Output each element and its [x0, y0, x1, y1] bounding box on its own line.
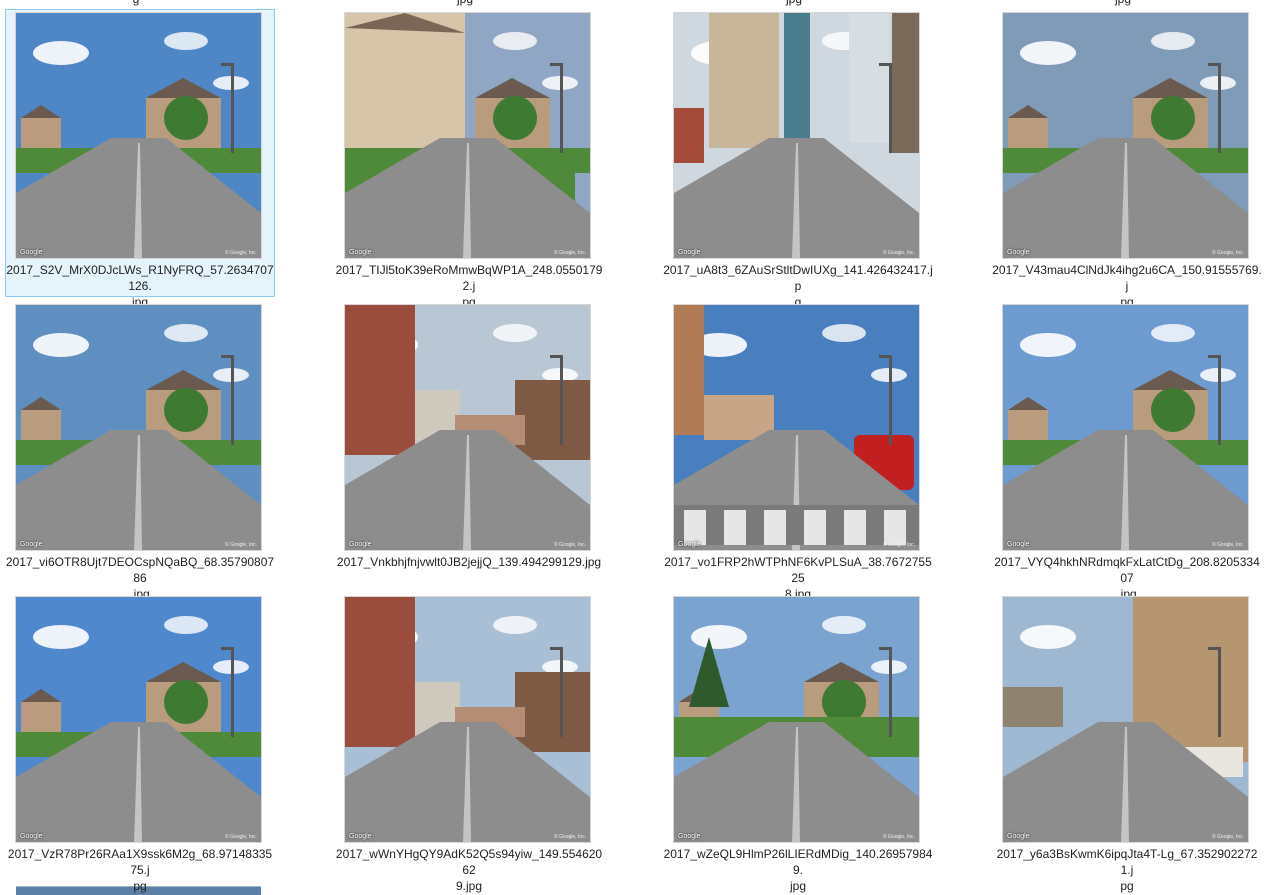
- file-item[interactable]: Google © Google, Inc. 2017_S2V_MrX0DJcLWs_…: [5, 9, 275, 309]
- copyright-watermark: © Google, Inc.: [1211, 250, 1244, 256]
- previous-row-caption[interactable]: jpg: [345, 0, 585, 6]
- google-watermark: Google: [678, 249, 701, 256]
- google-watermark: Google: [349, 541, 372, 548]
- file-name-line-1: 2017_vi6OTR8Ujt7DEOCspNQaBQ_68.357908078…: [5, 555, 275, 585]
- file-name-line-2: 9.jpg: [455, 879, 483, 893]
- file-name-line-1: 2017_Vnkbhjfnjvwlt0JB2jejjQ_139.49429912…: [336, 555, 602, 569]
- file-name-line-2: jpg: [789, 879, 806, 893]
- file-thumbnail[interactable]: Google © Google, Inc.: [1003, 305, 1248, 550]
- file-thumbnail[interactable]: Google © Google, Inc.: [674, 13, 919, 258]
- google-watermark: Google: [1007, 249, 1030, 256]
- file-name-line-1: 2017_y6a3BsKwmK6ipqJta4T-Lg_67.352902272…: [996, 847, 1258, 877]
- file-item[interactable]: Google © Google, Inc. 2017_vi6OTR8Ujt7DEOC…: [5, 301, 275, 601]
- copyright-watermark: © Google, Inc.: [553, 834, 586, 840]
- file-name-line-1: 2017_VYQ4hkhNRdmqkFxLatCtDg_208.82053340…: [994, 555, 1260, 585]
- previous-row-caption[interactable]: g: [16, 0, 256, 6]
- google-watermark: Google: [678, 833, 701, 840]
- file-name-line-1: 2017_S2V_MrX0DJcLWs_R1NyFRQ_57.263470712…: [6, 263, 274, 293]
- google-watermark: Google: [20, 541, 43, 548]
- file-item[interactable]: Google © Google, Inc. 2017_Vnkbhjfnjvwlt0J…: [334, 301, 604, 589]
- file-thumbnail[interactable]: Google © Google, Inc.: [345, 13, 590, 258]
- file-name-label[interactable]: 2017_y6a3BsKwmK6ipqJta4T-Lg_67.352902272…: [992, 846, 1262, 894]
- file-thumbnail[interactable]: Google © Google, Inc.: [345, 597, 590, 842]
- google-watermark: Google: [678, 541, 701, 548]
- file-name-label[interactable]: 2017_VzR78Pr26RAa1X9ssk6M2g_68.971483357…: [5, 846, 275, 894]
- google-watermark: Google: [20, 249, 43, 256]
- file-thumbnail[interactable]: Google © Google, Inc.: [345, 305, 590, 550]
- file-name-label[interactable]: 2017_Vnkbhjfnjvwlt0JB2jejjQ_139.49429912…: [334, 554, 604, 570]
- copyright-watermark: © Google, Inc.: [224, 834, 257, 840]
- copyright-watermark: © Google, Inc.: [1211, 542, 1244, 548]
- file-name-line-1: 2017_TIJl5toK39eRoMmwBqWP1A_248.05501792…: [335, 263, 603, 293]
- file-thumbnail[interactable]: Google © Google, Inc.: [16, 305, 261, 550]
- google-watermark: Google: [349, 249, 372, 256]
- copyright-watermark: © Google, Inc.: [882, 250, 915, 256]
- google-watermark: Google: [349, 833, 372, 840]
- file-item[interactable]: Google © Google, Inc. 2017_V43mau4ClNdJk4i…: [992, 9, 1262, 309]
- copyright-watermark: © Google, Inc.: [553, 250, 586, 256]
- google-watermark: Google: [1007, 833, 1030, 840]
- file-item[interactable]: Google © Google, Inc. 2017_y6a3BsKwmK6ipqJ…: [992, 593, 1262, 893]
- copyright-watermark: © Google, Inc.: [1211, 834, 1244, 840]
- file-item[interactable]: Google © Google, Inc. 2017_TIJl5toK39eRoMm…: [334, 9, 604, 309]
- file-item[interactable]: Google © Google, Inc. 2017_uA8t3_6ZAuSrStl…: [663, 9, 933, 309]
- file-item[interactable]: Google © Google, Inc. 2017_wZeQL9HlmP26lLI…: [663, 593, 933, 893]
- file-item[interactable]: Google © Google, Inc. 2017_vo1FRP2hWTPhNF6…: [663, 301, 933, 601]
- copyright-watermark: © Google, Inc.: [224, 250, 257, 256]
- google-watermark: Google: [1007, 541, 1030, 548]
- file-item[interactable]: Google © Google, Inc. 2017_VYQ4hkhNRdmqkFx…: [992, 301, 1262, 601]
- previous-row-caption[interactable]: jpg: [1003, 0, 1243, 6]
- file-name-line-1: 2017_wWnYHgQY9AdK52Q5s94yiw_149.55462062: [335, 847, 603, 877]
- file-name-line-1: 2017_vo1FRP2hWTPhNF6KvPLSuA_38.767275525: [664, 555, 932, 585]
- file-grid: g jpg jpg jpg Google © Google, Inc. 2017_S…: [0, 0, 1275, 895]
- file-thumbnail[interactable]: Google © Google, Inc.: [674, 597, 919, 842]
- file-name-line-1: 2017_VzR78Pr26RAa1X9ssk6M2g_68.971483357…: [7, 847, 273, 877]
- file-name-line-2: pg: [1120, 879, 1134, 893]
- file-name-line-1: 2017_wZeQL9HlmP26lLIERdMDig_140.26957984…: [663, 847, 933, 877]
- copyright-watermark: © Google, Inc.: [224, 542, 257, 548]
- copyright-watermark: © Google, Inc.: [553, 542, 586, 548]
- file-item[interactable]: Google © Google, Inc. 2017_wWnYHgQY9AdK52Q…: [334, 593, 604, 893]
- file-thumbnail[interactable]: Google © Google, Inc.: [674, 305, 919, 550]
- google-watermark: Google: [20, 833, 43, 840]
- file-name-label[interactable]: 2017_wZeQL9HlmP26lLIERdMDig_140.26957984…: [663, 846, 933, 894]
- file-item[interactable]: Google © Google, Inc. 2017_VzR78Pr26RAa1X9…: [5, 593, 275, 893]
- file-thumbnail[interactable]: Google © Google, Inc.: [1003, 13, 1248, 258]
- copyright-watermark: © Google, Inc.: [882, 542, 915, 548]
- file-name-line-1: 2017_uA8t3_6ZAuSrStltDwIUXg_141.42643241…: [663, 263, 933, 293]
- file-thumbnail[interactable]: Google © Google, Inc.: [16, 13, 261, 258]
- file-name-label[interactable]: 2017_wWnYHgQY9AdK52Q5s94yiw_149.55462062…: [334, 846, 604, 894]
- file-name-line-2: pg: [133, 879, 147, 893]
- copyright-watermark: © Google, Inc.: [882, 834, 915, 840]
- file-name-line-1: 2017_V43mau4ClNdJk4ihg2u6CA_150.91555769…: [992, 263, 1262, 293]
- previous-row-caption[interactable]: jpg: [674, 0, 914, 6]
- file-thumbnail[interactable]: Google © Google, Inc.: [16, 597, 261, 842]
- file-thumbnail[interactable]: Google © Google, Inc.: [1003, 597, 1248, 842]
